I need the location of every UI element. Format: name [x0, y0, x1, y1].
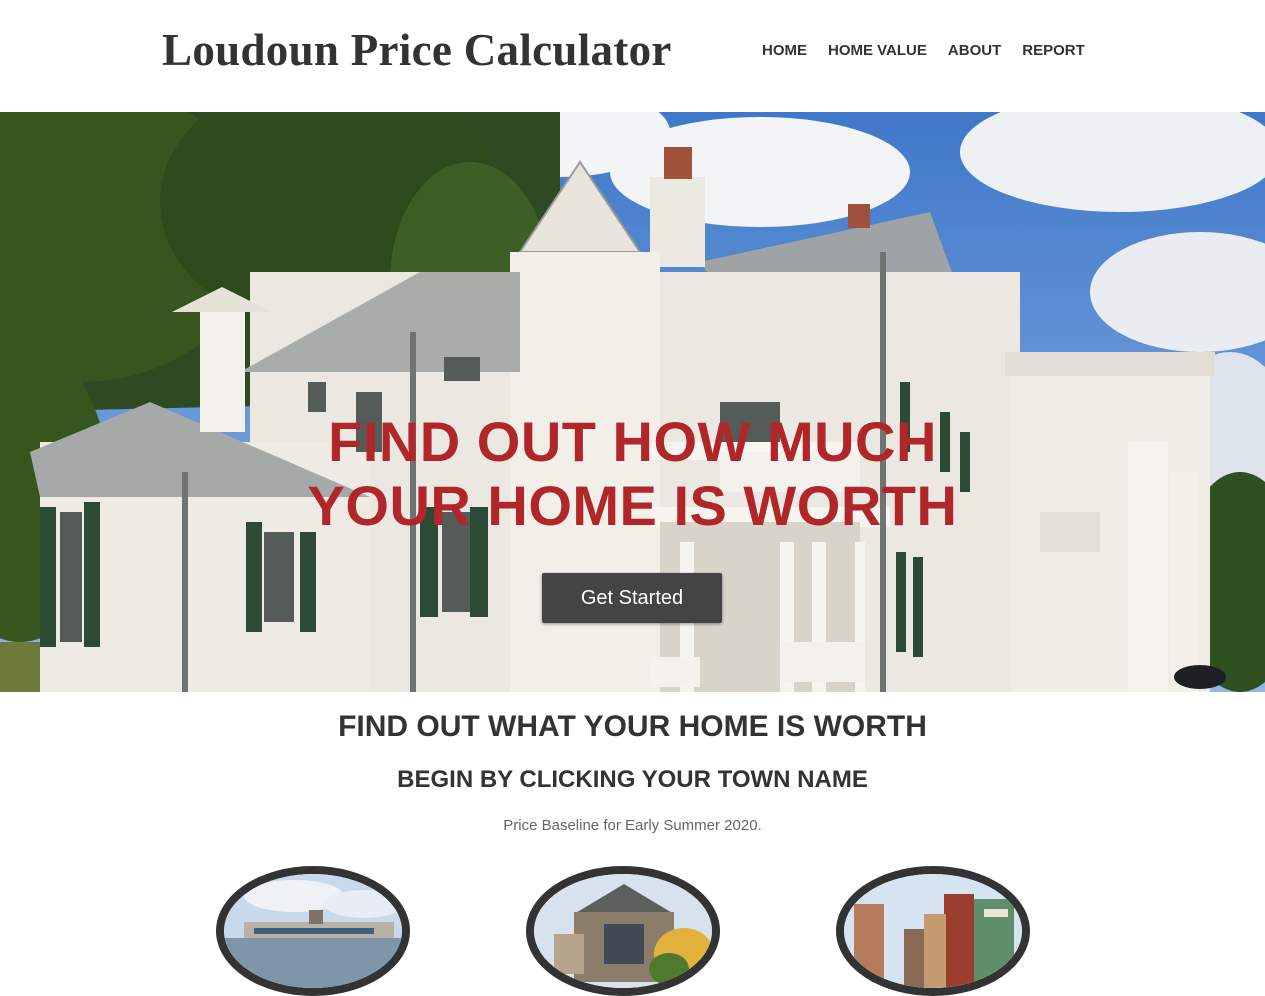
hero-headline-line2: YOUR HOME IS WORTH — [307, 474, 958, 537]
town-photo-waterfront — [224, 874, 402, 988]
town-image-1[interactable] — [216, 866, 410, 996]
site-header: Loudoun Price Calculator HOME HOME VALUE… — [0, 0, 1265, 112]
town-photo-shops — [534, 874, 712, 988]
hero-banner: FIND OUT HOW MUCH YOUR HOME IS WORTH Get… — [0, 112, 1265, 692]
nav-about[interactable]: ABOUT — [948, 42, 1001, 59]
town-photo-main-street — [844, 874, 1022, 988]
get-started-button[interactable]: Get Started — [542, 573, 722, 623]
town-image-2[interactable] — [526, 866, 720, 996]
nav-home-value[interactable]: HOME VALUE — [828, 42, 927, 59]
site-title[interactable]: Loudoun Price Calculator — [162, 24, 672, 76]
price-baseline-note: Price Baseline for Early Summer 2020. — [503, 817, 762, 834]
nav-home[interactable]: HOME — [762, 42, 807, 59]
page-heading: FIND OUT WHAT YOUR HOME IS WORTH — [338, 710, 927, 743]
hero-headline-line1: FIND OUT HOW MUCH — [328, 410, 937, 473]
town-image-3[interactable] — [836, 866, 1030, 996]
main-nav: HOME HOME VALUE ABOUT REPORT — [762, 42, 1106, 59]
nav-report[interactable]: REPORT — [1022, 42, 1085, 59]
hero-headline: FIND OUT HOW MUCH YOUR HOME IS WORTH — [0, 410, 1265, 538]
page-subheading: BEGIN BY CLICKING YOUR TOWN NAME — [397, 766, 868, 793]
